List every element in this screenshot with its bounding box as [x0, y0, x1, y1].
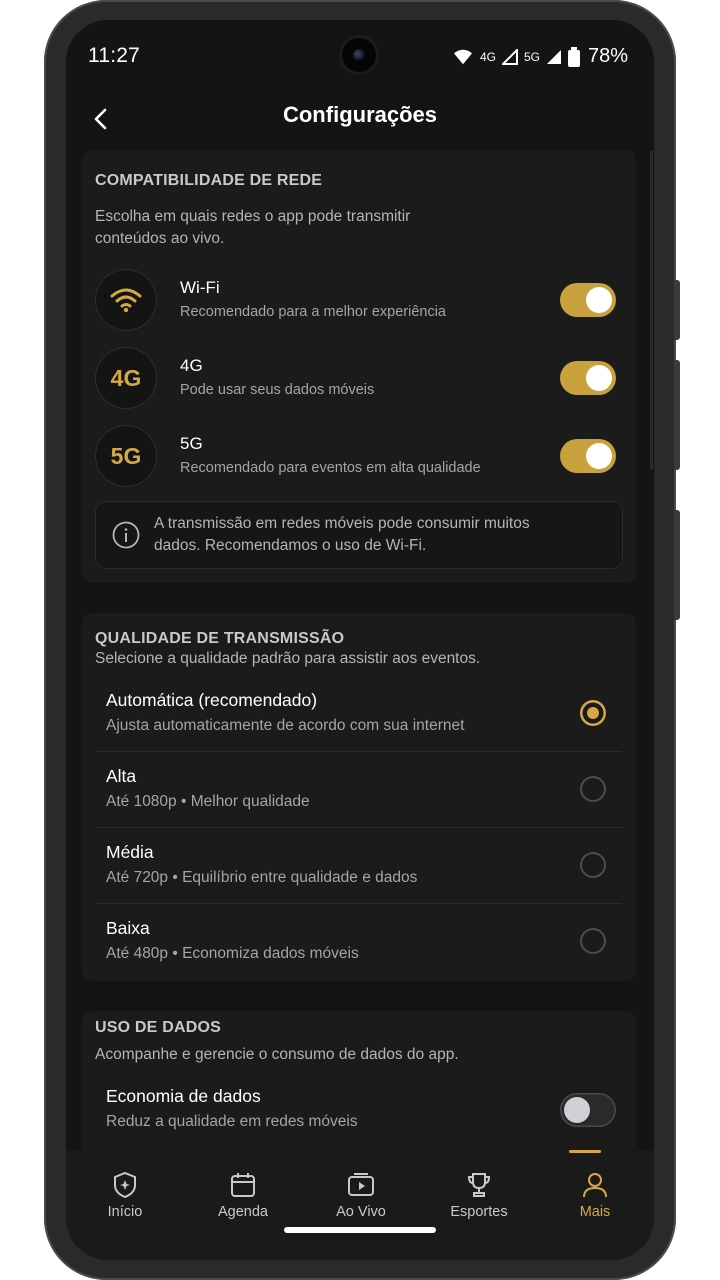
5g-icon: 5G — [96, 426, 156, 486]
network-compatibility-card: COMPATIBILIDADE DE REDE Escolha em quais… — [82, 150, 636, 583]
data-economy-row: Economia de dados Reduz a qualidade em r… — [96, 1073, 622, 1149]
screen: 11:27 4G 5G 78% Configurações COMPATIBIL… — [66, 20, 654, 1260]
bottom-navigation: Início Agenda Ao Vivo Esportes Mais — [66, 1150, 654, 1260]
front-camera — [342, 38, 376, 72]
nav-label: Ao Vivo — [336, 1204, 386, 1220]
section-title: USO DE DADOS — [95, 1019, 221, 1036]
option-subtitle: Até 720p • Equilíbrio entre qualidade e … — [106, 869, 418, 886]
nav-label: Mais — [579, 1204, 611, 1220]
power-button — [674, 510, 680, 620]
data-economy-toggle[interactable] — [560, 1093, 616, 1127]
option-subtitle: Até 480p • Economiza dados móveis — [106, 945, 359, 962]
nav-item-esportes[interactable]: Esportes — [420, 1150, 538, 1230]
calendar-icon — [231, 1173, 255, 1197]
settings-content: COMPATIBILIDADE DE REDE Escolha em quais… — [66, 150, 654, 1150]
trophy-icon — [467, 1173, 491, 1197]
nav-label: Início — [107, 1204, 143, 1220]
option-title: Alta — [106, 766, 137, 786]
network-row-wifi: Wi-Fi Recomendado para a melhor experiên… — [96, 270, 626, 334]
option-title: Baixa — [106, 918, 150, 938]
data-warning-note: A transmissão em redes móveis pode consu… — [96, 502, 622, 568]
network-title: 5G — [180, 434, 203, 453]
play-icon — [348, 1173, 374, 1196]
volume-button — [674, 280, 680, 340]
5g-toggle[interactable] — [560, 439, 616, 473]
network-subtitle: Recomendado para a melhor experiência — [180, 304, 446, 320]
toggle-knob — [586, 443, 612, 469]
status-bar: 11:27 4G 5G 78% — [66, 20, 654, 92]
network-title: Wi-Fi — [180, 278, 220, 297]
option-title: Economia de dados — [106, 1086, 261, 1106]
divider — [96, 751, 622, 752]
quality-option-auto[interactable]: Automática (recomendado) Ajusta automati… — [96, 677, 622, 753]
battery-icon — [567, 46, 580, 67]
section-title: COMPATIBILIDADE DE REDE — [95, 172, 323, 189]
option-title: Automática (recomendado) — [106, 690, 318, 710]
network-subtitle: Pode usar seus dados móveis — [180, 382, 375, 398]
quality-option-low[interactable]: Baixa Até 480p • Economiza dados móveis — [96, 905, 622, 981]
option-subtitle: Reduz a qualidade em redes móveis — [106, 1113, 358, 1130]
option-subtitle: Até 1080p • Melhor qualidade — [106, 793, 310, 810]
nav-item-inicio[interactable]: Início — [66, 1150, 184, 1230]
streaming-quality-card: QUALIDADE DE TRANSMISSÃO Selecione a qua… — [82, 613, 636, 981]
note-text: A transmissão em redes móveis pode consu… — [154, 515, 530, 554]
divider — [96, 827, 622, 828]
option-subtitle: Ajusta automaticamente de acordo com sua… — [106, 717, 465, 734]
network-row-4g: 4G 4G Pode usar seus dados móveis — [96, 348, 626, 412]
wifi-icon — [96, 270, 156, 330]
toggle-knob — [564, 1097, 590, 1123]
radio-selected[interactable] — [580, 700, 606, 726]
nav-label: Agenda — [218, 1204, 268, 1220]
network-row-5g: 5G 5G Recomendado para eventos em alta q… — [96, 426, 626, 490]
nav-item-ao-vivo[interactable]: Ao Vivo — [302, 1150, 420, 1230]
radio-unselected[interactable] — [580, 776, 606, 802]
network-type-label: 5G — [523, 49, 540, 64]
network-type-label: 4G — [479, 49, 496, 64]
nav-item-mais[interactable]: Mais — [536, 1150, 654, 1230]
volume-button — [674, 360, 680, 470]
section-title: QUALIDADE DE TRANSMISSÃO — [95, 630, 345, 647]
4g-icon: 4G — [96, 348, 156, 408]
wifi-toggle[interactable] — [560, 283, 616, 317]
data-usage-card: USO DE DADOS Acompanhe e gerencie o cons… — [82, 1011, 636, 1150]
option-title: Média — [106, 842, 154, 862]
top-app-bar: Configurações — [66, 92, 654, 148]
active-indicator — [569, 1150, 601, 1153]
radio-unselected[interactable] — [580, 852, 606, 878]
user-icon — [583, 1173, 607, 1198]
page-title: Configurações — [282, 102, 438, 127]
network-subtitle: Recomendado para eventos em alta qualida… — [180, 460, 481, 476]
toggle-knob — [586, 365, 612, 391]
nav-item-agenda[interactable]: Agenda — [184, 1150, 302, 1230]
section-description: Acompanhe e gerencie o consumo de dados … — [95, 1046, 459, 1063]
status-icons: 4G 5G 78% — [452, 45, 628, 68]
divider — [96, 903, 622, 904]
home-indicator[interactable] — [284, 1227, 436, 1233]
quality-option-high[interactable]: Alta Até 1080p • Melhor qualidade — [96, 753, 622, 829]
signal-icon — [501, 48, 518, 65]
nav-label: Esportes — [450, 1204, 508, 1220]
battery-percent: 78% — [587, 45, 628, 67]
section-description: Selecione a qualidade padrão para assist… — [95, 650, 481, 667]
section-description: Escolha em quais redes o app pode transm… — [95, 208, 411, 247]
wifi-icon — [453, 49, 472, 64]
4g-toggle[interactable] — [560, 361, 616, 395]
status-time: 11:27 — [88, 44, 140, 67]
info-icon — [112, 521, 140, 549]
signal-icon — [546, 49, 561, 64]
radio-unselected[interactable] — [580, 928, 606, 954]
toggle-knob — [586, 287, 612, 313]
network-title: 4G — [180, 356, 203, 375]
shield-icon — [114, 1171, 136, 1199]
quality-option-medium[interactable]: Média Até 720p • Equilíbrio entre qualid… — [96, 829, 622, 905]
